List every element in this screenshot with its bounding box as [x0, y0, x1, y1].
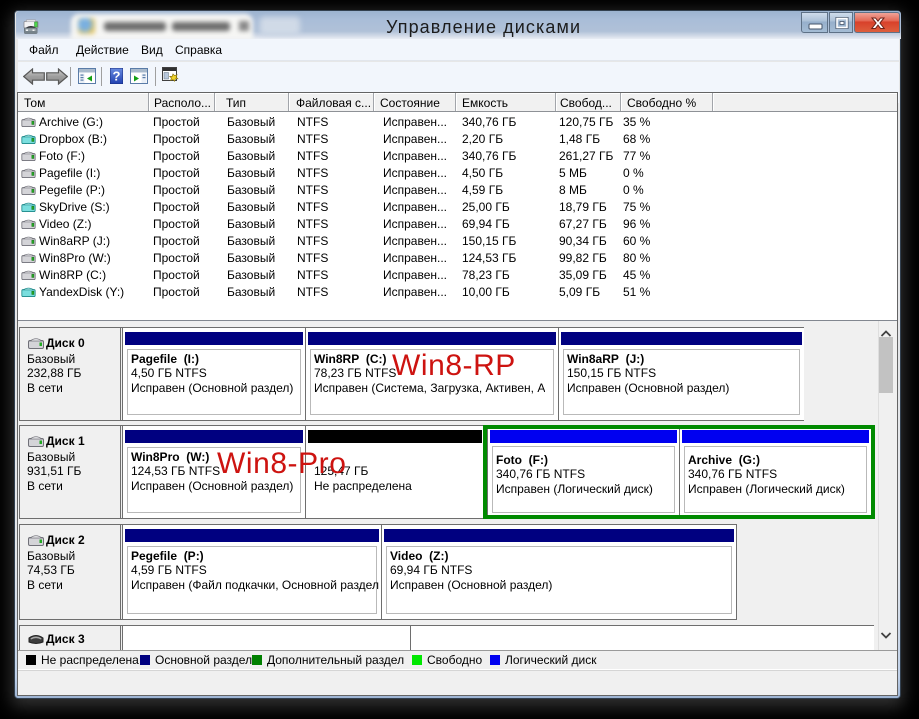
svg-text:?: ? — [113, 69, 121, 84]
